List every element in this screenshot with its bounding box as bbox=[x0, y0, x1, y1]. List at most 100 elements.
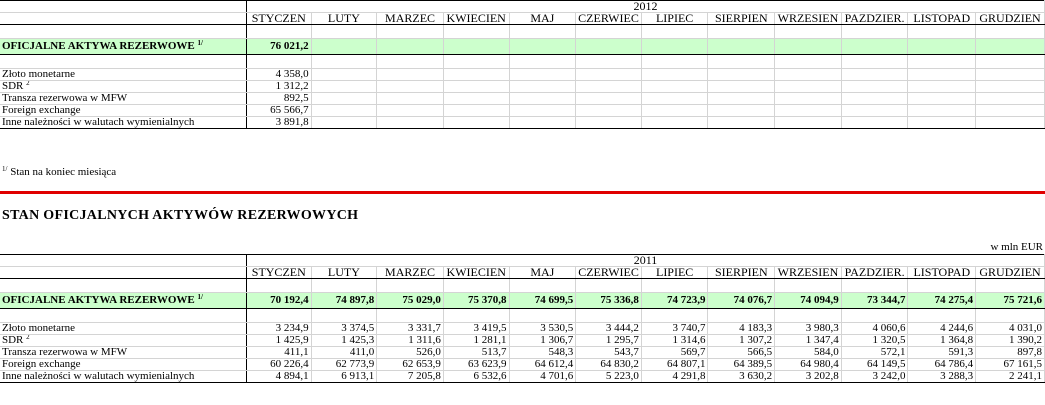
row-value: 1 295,7 bbox=[575, 334, 642, 347]
total-value bbox=[376, 38, 444, 55]
spacer-cell bbox=[0, 24, 247, 39]
row-value bbox=[575, 92, 642, 105]
row-value bbox=[975, 116, 1045, 129]
row-value bbox=[641, 80, 709, 93]
reserves-table-2012: 2012 STYCZEN LUTY MARZEC KWIECIEN MAJ CZERWIEC… bbox=[0, 0, 1045, 129]
row-value: 1 306,7 bbox=[509, 334, 577, 347]
row-value: 513,7 bbox=[443, 346, 510, 359]
row-value: 64 389,5 bbox=[707, 358, 776, 371]
total-value: 75 721,6 bbox=[975, 292, 1045, 309]
total-value: 74 094,9 bbox=[774, 292, 842, 309]
spacer-cell bbox=[975, 308, 1045, 323]
spacer-cell bbox=[246, 54, 312, 69]
months-row: STYCZEN LUTY MARZEC KWIECIEN MAJ CZERWIEC LIPI… bbox=[0, 266, 1045, 279]
row-value bbox=[907, 104, 977, 117]
section-divider bbox=[0, 191, 1045, 194]
row-value: 3 980,3 bbox=[774, 322, 842, 335]
row-value bbox=[774, 116, 842, 129]
table-row: SDR 21 425,9 1 425,3 1 311,6 1 281,1 1 306,7… bbox=[0, 334, 1045, 347]
total-value bbox=[707, 38, 776, 55]
row-value: 64 830,2 bbox=[575, 358, 642, 371]
spacer-cell bbox=[0, 54, 247, 69]
row-value bbox=[509, 104, 577, 117]
spacer-row bbox=[0, 24, 1045, 39]
spacer-cell bbox=[841, 308, 909, 323]
row-value: 4 183,3 bbox=[707, 322, 776, 335]
month-header: WRZESIEN bbox=[774, 266, 842, 279]
row-value bbox=[641, 68, 709, 81]
row-value: 3 891,8 bbox=[246, 116, 312, 129]
row-value bbox=[509, 80, 577, 93]
total-value bbox=[641, 38, 709, 55]
row-value bbox=[975, 80, 1045, 93]
spacer-cell bbox=[707, 278, 776, 293]
row-value: 4 031,0 bbox=[975, 322, 1045, 335]
row-value: 526,0 bbox=[376, 346, 444, 359]
total-value: 74 699,5 bbox=[509, 292, 577, 309]
row-value: 64 786,4 bbox=[907, 358, 977, 371]
month-header: LIPIEC bbox=[641, 266, 709, 279]
year-row: 2012 bbox=[0, 0, 1045, 13]
row-value bbox=[641, 116, 709, 129]
row-value: 65 566,7 bbox=[246, 104, 312, 117]
month-header: MAJ bbox=[509, 12, 577, 25]
total-label: OFICJALNE AKTYWA REZERWOWE 1/ bbox=[0, 38, 247, 55]
spacer-cell bbox=[376, 24, 444, 39]
total-value: 74 897,8 bbox=[311, 292, 378, 309]
spacer-cell bbox=[246, 278, 312, 293]
spacer-cell bbox=[0, 308, 247, 323]
spacer-cell bbox=[509, 24, 577, 39]
total-value bbox=[443, 38, 510, 55]
row-value bbox=[707, 92, 776, 105]
year-cell: 2011 bbox=[246, 254, 1045, 267]
row-value: 1 320,5 bbox=[841, 334, 909, 347]
row-value bbox=[376, 92, 444, 105]
spacer-cell bbox=[575, 24, 642, 39]
row-value bbox=[443, 80, 510, 93]
row-value bbox=[841, 80, 909, 93]
month-header: SIERPIEN bbox=[707, 12, 776, 25]
row-value bbox=[975, 92, 1045, 105]
row-value: 1 425,3 bbox=[311, 334, 378, 347]
month-header: MAJ bbox=[509, 266, 577, 279]
spacer-cell bbox=[246, 308, 312, 323]
row-value bbox=[707, 104, 776, 117]
total-value: 73 344,7 bbox=[841, 292, 909, 309]
row-value: 3 234,9 bbox=[246, 322, 312, 335]
row-value: 6 913,1 bbox=[311, 370, 378, 383]
month-header: PAZDZIER. bbox=[841, 12, 909, 25]
total-row: OFICJALNE AKTYWA REZERWOWE 1/70 192,4 74 … bbox=[0, 292, 1045, 309]
row-value: 892,5 bbox=[246, 92, 312, 105]
row-value bbox=[376, 68, 444, 81]
row-value: 411,0 bbox=[311, 346, 378, 359]
row-value bbox=[376, 104, 444, 117]
spacer-cell bbox=[841, 54, 909, 69]
month-header: MARZEC bbox=[376, 12, 444, 25]
total-value: 75 370,8 bbox=[443, 292, 510, 309]
row-value: 3 630,2 bbox=[707, 370, 776, 383]
row-value bbox=[311, 116, 378, 129]
row-value: 584,0 bbox=[774, 346, 842, 359]
row-value: 7 205,8 bbox=[376, 370, 444, 383]
row-value: 64 980,4 bbox=[774, 358, 842, 371]
row-label: Inne należności w walutach wymienialnych bbox=[0, 116, 247, 129]
row-value: 3 419,5 bbox=[443, 322, 510, 335]
row-value: 1 311,6 bbox=[376, 334, 444, 347]
month-header: CZERWIEC bbox=[575, 12, 642, 25]
spacer-cell bbox=[443, 54, 510, 69]
row-value bbox=[841, 116, 909, 129]
row-value bbox=[575, 80, 642, 93]
months-row-label bbox=[0, 266, 247, 279]
row-value bbox=[774, 92, 842, 105]
table-row: Foreign exchange 60 226,4 62 773,9 62 653,9… bbox=[0, 358, 1045, 371]
row-value: 4 291,8 bbox=[641, 370, 709, 383]
row-value: 3 288,3 bbox=[907, 370, 977, 383]
month-header: STYCZEN bbox=[246, 266, 312, 279]
row-value bbox=[841, 68, 909, 81]
row-value: 591,3 bbox=[907, 346, 977, 359]
spacer-cell bbox=[774, 308, 842, 323]
spacer-cell bbox=[0, 278, 247, 293]
spacer-cell bbox=[907, 24, 977, 39]
total-value bbox=[907, 38, 977, 55]
spacer-cell bbox=[509, 308, 577, 323]
